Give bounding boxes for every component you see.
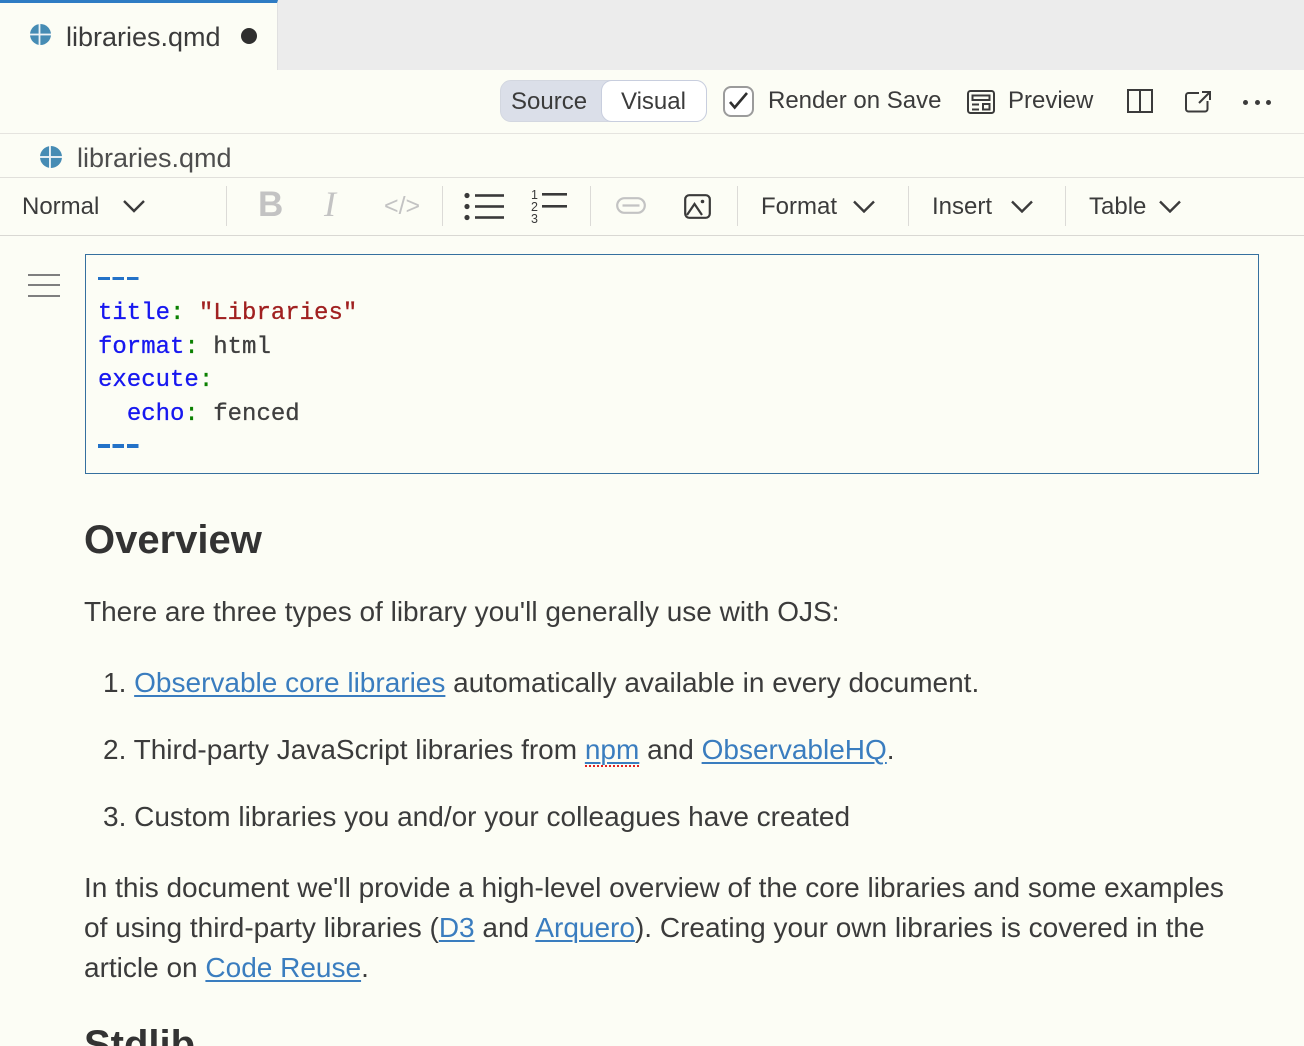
svg-text:3: 3 — [531, 212, 538, 224]
